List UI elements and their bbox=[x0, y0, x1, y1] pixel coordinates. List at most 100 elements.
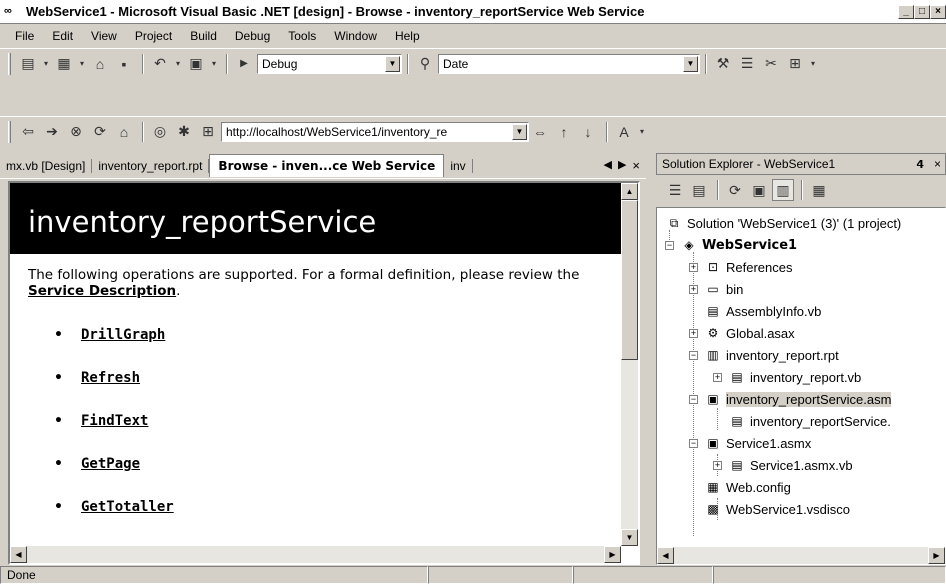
url-input[interactable]: http://localhost/WebService1/inventory_r… bbox=[221, 121, 529, 142]
vertical-scrollbar[interactable]: ▲ ▼ bbox=[621, 183, 638, 546]
tab-scroll-right-icon[interactable]: ▶ bbox=[618, 158, 626, 173]
chevron-down-icon[interactable]: ▼ bbox=[683, 55, 698, 72]
scroll-right-icon[interactable]: ▶ bbox=[928, 547, 945, 564]
minimize-button[interactable]: _ bbox=[898, 4, 914, 19]
tree-node-inventory-report-vb[interactable]: + ▤ inventory_report.vb bbox=[713, 366, 861, 388]
view-code-icon[interactable]: ☰ bbox=[664, 179, 686, 201]
expand-icon[interactable]: + bbox=[713, 460, 722, 470]
menu-build[interactable]: Build bbox=[181, 29, 226, 43]
show-all-files-icon[interactable]: ▣ bbox=[748, 179, 770, 201]
chevron-down-icon[interactable]: ▾ bbox=[808, 53, 818, 75]
scroll-right-icon[interactable]: ▶ bbox=[604, 546, 621, 563]
tree-node-vsdisco[interactable]: ▩ WebService1.vsdisco bbox=[689, 498, 850, 520]
tree-node-inventory-reportservice-vb[interactable]: ▤ inventory_reportService. bbox=[713, 410, 891, 432]
find-in-files-icon[interactable]: ⚲ bbox=[414, 53, 436, 75]
tree-node-global-asax[interactable]: + ⚙ Global.asax bbox=[689, 322, 795, 344]
expand-icon[interactable]: + bbox=[713, 372, 722, 382]
service-description-link[interactable]: Service Description bbox=[28, 283, 176, 299]
add-favorite-icon[interactable]: ⊞ bbox=[197, 121, 219, 143]
operation-link-findtext[interactable]: FindText bbox=[81, 413, 148, 429]
sync-contents-icon[interactable]: ⇔ bbox=[529, 121, 551, 143]
tab-close-icon[interactable]: × bbox=[632, 158, 640, 173]
tree-node-references[interactable]: + ⊡ References bbox=[689, 256, 792, 278]
menu-tools[interactable]: Tools bbox=[279, 29, 325, 43]
chevron-down-icon[interactable]: ▾ bbox=[637, 121, 647, 143]
collapse-icon[interactable]: − bbox=[689, 438, 698, 448]
refresh-icon[interactable]: ⟳ bbox=[724, 179, 746, 201]
collapse-icon[interactable]: − bbox=[689, 350, 698, 360]
menu-file[interactable]: File bbox=[6, 29, 43, 43]
properties-icon[interactable]: ☰ bbox=[736, 53, 758, 75]
tab-scroll-left-icon[interactable]: ◀ bbox=[603, 158, 611, 173]
expand-icon[interactable]: + bbox=[689, 284, 698, 294]
operation-link-getpage[interactable]: GetPage bbox=[81, 456, 140, 472]
scroll-left-icon[interactable]: ◀ bbox=[10, 546, 27, 563]
close-button[interactable]: × bbox=[930, 4, 946, 19]
chevron-down-icon[interactable]: ▾ bbox=[173, 53, 183, 75]
expand-icon[interactable]: + bbox=[689, 262, 698, 272]
find-combo[interactable]: Date ▼ bbox=[438, 53, 700, 74]
favorites-icon[interactable]: ✱ bbox=[173, 121, 195, 143]
tree-node-inventory-reportservice-asmx[interactable]: − ▣ inventory_reportService.asm bbox=[689, 388, 892, 410]
forward-icon[interactable]: ➔ bbox=[41, 121, 63, 143]
panel-close-icon[interactable]: × bbox=[934, 157, 941, 171]
operation-link-refresh[interactable]: Refresh bbox=[81, 370, 140, 386]
add-item-icon[interactable]: ▦ bbox=[53, 53, 75, 75]
tab-inventory-other[interactable]: inv bbox=[444, 158, 473, 173]
menu-debug[interactable]: Debug bbox=[226, 29, 279, 43]
navigate-icon[interactable]: ▣ bbox=[185, 53, 207, 75]
view-designer-icon[interactable]: ▤ bbox=[688, 179, 710, 201]
menu-project[interactable]: Project bbox=[126, 29, 181, 43]
tree-node-assemblyinfo[interactable]: ▤ AssemblyInfo.vb bbox=[689, 300, 821, 322]
undo-icon[interactable]: ↶ bbox=[149, 53, 171, 75]
pin-icon[interactable]: 𝟰 bbox=[916, 158, 924, 171]
properties-icon[interactable]: ▥ bbox=[772, 179, 794, 201]
up-arrow-icon[interactable]: ↑ bbox=[553, 121, 575, 143]
operation-link-drillgraph[interactable]: DrillGraph bbox=[81, 327, 165, 343]
tree-node-service1-asmx[interactable]: − ▣ Service1.asmx bbox=[689, 432, 811, 454]
operation-link-gettotaller[interactable]: GetTotaller bbox=[81, 499, 174, 515]
maximize-button[interactable]: □ bbox=[914, 4, 930, 19]
tree-node-project[interactable]: − ◈ WebService1 bbox=[665, 234, 797, 256]
expand-icon[interactable]: + bbox=[689, 328, 698, 338]
menu-window[interactable]: Window bbox=[325, 29, 386, 43]
menu-view[interactable]: View bbox=[82, 29, 126, 43]
refresh-icon[interactable]: ⟳ bbox=[89, 121, 111, 143]
toolbar-grip[interactable] bbox=[8, 52, 11, 75]
tree-node-service1-asmx-vb[interactable]: + ▤ Service1.asmx.vb bbox=[713, 454, 853, 476]
back-icon[interactable]: ⇦ bbox=[17, 121, 39, 143]
horizontal-scrollbar[interactable]: ◀ ▶ bbox=[657, 547, 945, 564]
tab-service1-design[interactable]: mx.vb [Design] bbox=[0, 158, 93, 173]
new-project-icon[interactable]: ▤ bbox=[17, 53, 39, 75]
class-view-icon[interactable]: ⊞ bbox=[784, 53, 806, 75]
save-icon[interactable]: ▪ bbox=[113, 53, 135, 75]
toolbar-grip[interactable] bbox=[8, 120, 11, 143]
toolbox-icon[interactable]: ✂ bbox=[760, 53, 782, 75]
search-web-icon[interactable]: ◎ bbox=[149, 121, 171, 143]
collapse-icon[interactable]: − bbox=[665, 240, 674, 250]
scroll-left-icon[interactable]: ◀ bbox=[657, 547, 674, 564]
tree-node-solution[interactable]: ⧉ Solution 'WebService1 (3)' (1 project) bbox=[665, 212, 902, 234]
chevron-down-icon[interactable]: ▾ bbox=[209, 53, 219, 75]
copy-project-icon[interactable]: ▦ bbox=[808, 179, 830, 201]
tree-node-web-config[interactable]: ▦ Web.config bbox=[689, 476, 790, 498]
tab-inventory-report-rpt[interactable]: inventory_report.rpt bbox=[92, 158, 210, 173]
chevron-down-icon[interactable]: ▼ bbox=[385, 55, 400, 72]
solution-config-select[interactable]: Debug ▼ bbox=[257, 53, 402, 74]
menu-edit[interactable]: Edit bbox=[43, 29, 82, 43]
start-icon[interactable]: ▶ bbox=[233, 53, 255, 75]
font-size-icon[interactable]: A bbox=[613, 121, 635, 143]
chevron-down-icon[interactable]: ▼ bbox=[512, 123, 527, 140]
tree-node-bin[interactable]: + ▭ bin bbox=[689, 278, 743, 300]
stop-icon[interactable]: ⊗ bbox=[65, 121, 87, 143]
collapse-icon[interactable]: − bbox=[689, 394, 698, 404]
tree-node-inventory-report-rpt[interactable]: − ▥ inventory_report.rpt bbox=[689, 344, 839, 366]
scroll-up-icon[interactable]: ▲ bbox=[621, 183, 638, 200]
chevron-down-icon[interactable]: ▾ bbox=[77, 53, 87, 75]
solution-explorer-icon[interactable]: ⚒ bbox=[712, 53, 734, 75]
horizontal-scrollbar[interactable]: ◀ ▶ bbox=[10, 546, 621, 563]
home-icon[interactable]: ⌂ bbox=[113, 121, 135, 143]
chevron-down-icon[interactable]: ▾ bbox=[41, 53, 51, 75]
tab-browse-service[interactable]: Browse - inven...ce Web Service bbox=[209, 154, 445, 177]
down-arrow-icon[interactable]: ↓ bbox=[577, 121, 599, 143]
